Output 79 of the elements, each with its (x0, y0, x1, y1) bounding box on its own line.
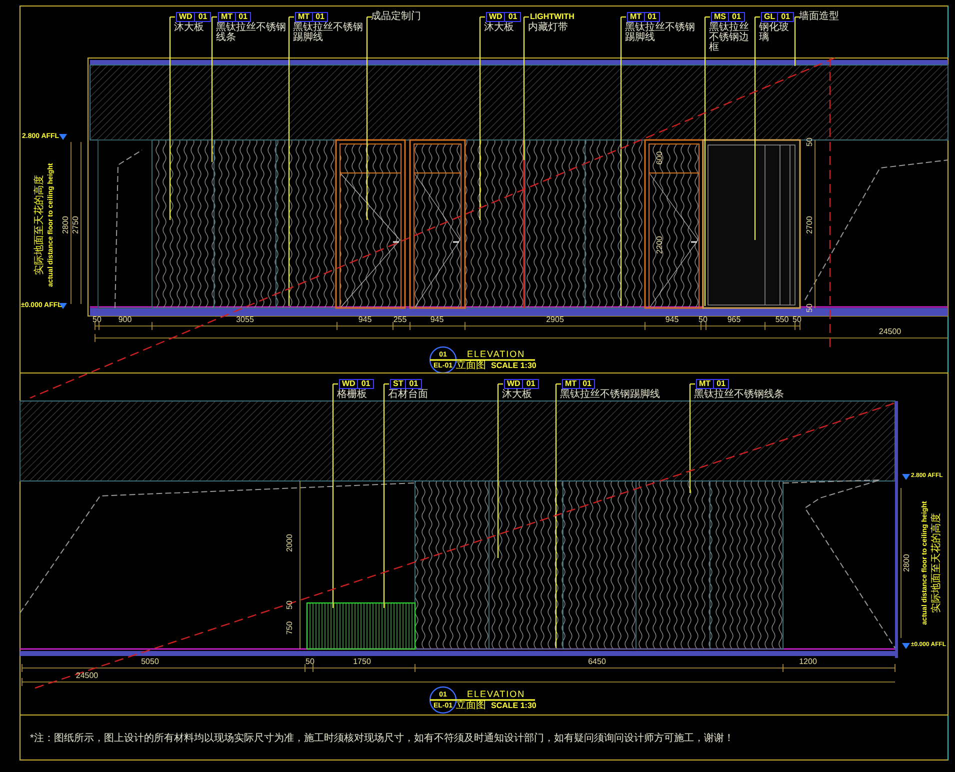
height-caption: 实际地面至天花的高度 (35, 175, 45, 275)
drawing-note: *注：图纸所示，图上设计的所有材料均以现场实际尺寸为准，施工时须核对现场尺寸，如有不符须及时通知设计部门，如有疑问须询问设计师方可施工，谢谢！ (30, 734, 734, 744)
material-number: 01 (582, 380, 592, 388)
material-label: 黑钛拉丝不锈钢踢脚线 (293, 23, 363, 43)
material-number: 01 (525, 380, 536, 388)
dimension-value: 50 (806, 138, 814, 146)
material-code: MT (697, 380, 714, 388)
material-label: 成品定制门 (371, 12, 422, 22)
material-code: MT (628, 13, 645, 21)
dimension-value: 50 (286, 600, 294, 610)
material-number: 01 (716, 380, 726, 388)
dimension-value: 2800 (62, 216, 70, 234)
material-number: 01 (314, 13, 326, 21)
dimension-value: 750 (286, 621, 294, 635)
dimension-value: 2700 (806, 216, 814, 234)
material-code: LIGHTWITH (530, 13, 574, 21)
material-number: 01 (238, 13, 248, 21)
material-code: MT (563, 380, 580, 388)
dimension-value: 2905 (546, 316, 564, 324)
material-number: 01 (360, 380, 372, 388)
dimension-value: 2750 (72, 216, 80, 234)
dimension-value: 50 (306, 658, 314, 666)
material-label: 黑钛拉丝不锈钢边框 (709, 23, 750, 53)
dimension-value: 965 (727, 316, 741, 324)
material-label: 格栅板 (337, 390, 368, 400)
material-label: 石材台面 (388, 390, 429, 400)
material-code: MT (296, 13, 313, 21)
material-number: 01 (507, 13, 518, 21)
material-label: 沐大板 (484, 23, 515, 33)
height-caption: 实际地面至天花的高度 (932, 513, 942, 613)
material-code: GL (762, 13, 778, 21)
material-label: 沐大板 (502, 390, 533, 400)
dimension-value: 2000 (286, 534, 294, 552)
material-label: 黑钛拉丝不锈钢线条 (216, 23, 286, 43)
scale-label: SCALE 1:30 (491, 362, 536, 370)
dimension-value: 50 (792, 316, 802, 324)
dimension-value: 6450 (588, 658, 606, 666)
dimension-value: 550 (775, 316, 789, 324)
material-label: 黑钛拉丝不锈钢踢脚线 (560, 390, 661, 400)
material-code: ST (391, 380, 406, 388)
material-label: 沐大板 (174, 23, 205, 33)
material-label: 黑钛拉丝不锈钢踢脚线 (625, 23, 696, 43)
material-code: MS (712, 13, 729, 21)
dimension-value: 945 (665, 316, 679, 324)
material-number: 01 (408, 380, 420, 388)
dimension-value: 24500 (878, 328, 902, 336)
dimension-value: 1750 (353, 658, 371, 666)
dimension-value: 945 (430, 316, 444, 324)
dimension-value: 24500 (76, 672, 98, 680)
material-number: 01 (731, 13, 742, 21)
view-subtitle: 立面图 (456, 701, 486, 711)
dimension-value: 50 (698, 316, 708, 324)
dimension-value: 50 (806, 304, 814, 312)
view-subtitle: 立面图 (456, 361, 486, 371)
dimension-value: 3055 (236, 316, 254, 324)
view-title: ELEVATION (467, 690, 526, 699)
dimension-value: 1200 (799, 658, 817, 666)
scale-label: SCALE 1:30 (491, 702, 536, 710)
dimension-value: 255 (393, 316, 407, 324)
material-label: 钢化玻璃 (759, 23, 790, 43)
material-label: 墙面造型 (799, 12, 840, 22)
material-code: WD (505, 380, 524, 388)
dimension-value: 5050 (141, 658, 159, 666)
dimension-value: 600 (656, 151, 664, 165)
dimension-value: 945 (358, 316, 372, 324)
material-number: 01 (197, 13, 208, 21)
dimension-value: 900 (118, 316, 132, 324)
material-label: 内藏灯带 (528, 23, 569, 33)
dimension-value: 2200 (656, 236, 664, 254)
material-code: WD (487, 13, 506, 21)
material-code: WD (177, 13, 196, 21)
dimension-value: 2800 (903, 554, 911, 572)
view-title: ELEVATION (467, 350, 526, 359)
material-number: 01 (646, 13, 658, 21)
material-label: 黑钛拉丝不锈钢线条 (694, 390, 785, 400)
material-code: WD (340, 380, 358, 388)
material-number: 01 (780, 13, 792, 21)
material-code: MT (219, 13, 236, 21)
dimension-value: 50 (92, 316, 102, 324)
